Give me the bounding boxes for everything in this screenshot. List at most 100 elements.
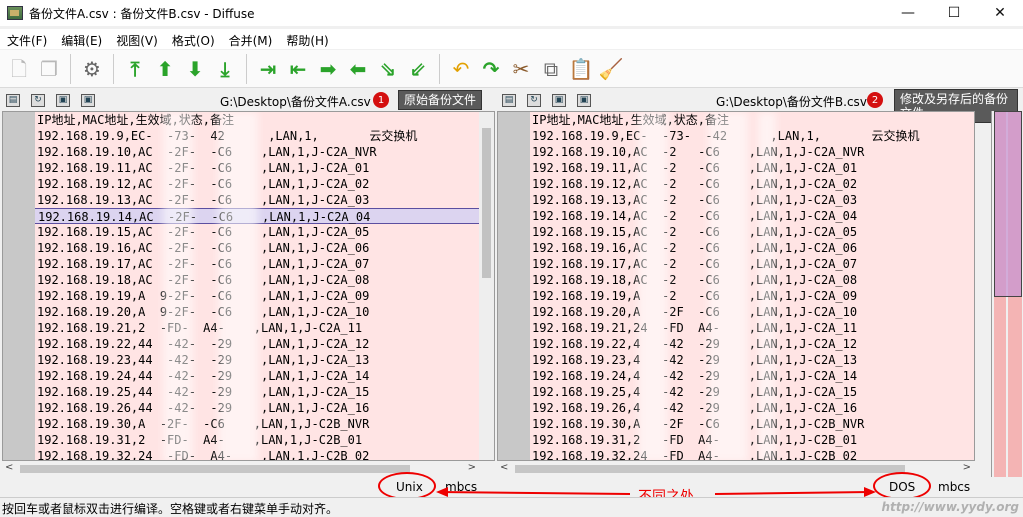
menu-merge[interactable]: 合并(M) [222,29,280,49]
redaction-blur [758,112,776,460]
next-change-icon[interactable]: ⬇ [180,54,210,84]
line-text: 192.168.19.26,44 -42- -29 ,LAN,1,J-C2A_1… [37,401,370,415]
prev-change-icon[interactable]: ⬆ [150,54,180,84]
settings-icon[interactable]: ⚙ [77,54,107,84]
line-text: 192.168.19.13,AC -2 -C6 ,LAN,1,J-C2A_03 [532,193,858,207]
status-bar: 按回车或者鼠标双击进行编译。空格键或者右键菜单手动对齐。 [0,497,1023,516]
last-change-icon[interactable]: ⤓ [210,54,240,84]
minimize-button[interactable]: — [885,0,931,26]
line-text: 192.168.19.12,AC -2 -C6 ,LAN,1,J-C2A_02 [532,177,858,191]
reload-icon[interactable]: ↻ [31,93,45,107]
menu-help[interactable]: 帮助(H) [279,29,335,49]
save-as-icon[interactable]: ▣ [81,93,95,107]
toolbar-separator [113,53,114,84]
copy-file-icon[interactable]: ❐ [34,54,64,84]
app-icon [7,6,23,20]
toolbar-separator [246,53,247,84]
line-text: 192.168.19.30,A -2F- -C6 ,LAN,1,J-C2B_NV… [37,417,370,431]
menu-file[interactable]: 文件(F) [0,29,54,49]
annotation-ellipse-right [873,472,931,500]
right-file-path: G:\Desktop\备份文件B.csv [716,95,867,109]
left-callout: 原始备份文件 [398,90,483,110]
scroll-right-arrow[interactable]: > [963,462,971,473]
line-text: IP地址,MAC地址,生效域,状态,备注 [37,113,235,127]
line-text: 192.168.19.11,AC -2 -C6 ,LAN,1,J-C2A_01 [532,161,858,175]
menu-bar: 文件(F) 编辑(E) 视图(V) 格式(O) 合并(M) 帮助(H) [0,29,1023,49]
swap-right-icon[interactable]: ⇘ [373,54,403,84]
status-text: 按回车或者鼠标双击进行编译。空格键或者右键菜单手动对齐。 [2,502,339,516]
menu-view[interactable]: 视图(V) [109,29,165,49]
maximize-button[interactable]: ☐ [931,0,977,26]
line-text: 192.168.19.18,AC -2F- -C6 ,LAN,1,J-C2A_0… [37,273,370,287]
line-text: 192.168.19.22,4 -42 -29 ,LAN,1,J-C2A_12 [532,337,858,351]
line-number-gutter [498,112,530,460]
line-text: 192.168.19.15,AC -2 -C6 ,LAN,1,J-C2A_05 [532,225,858,239]
scroll-left-arrow[interactable]: < [5,462,13,473]
copy-right-all-icon[interactable]: ⇥ [253,54,283,84]
save-icon[interactable]: ▣ [552,93,566,107]
close-button[interactable]: ✕ [977,0,1023,26]
scroll-right-arrow[interactable]: > [468,462,476,473]
scroll-thumb[interactable] [20,465,410,473]
line-text: 192.168.19.25,44 -42- -29 ,LAN,1,J-C2A_1… [37,385,370,399]
overview-viewport[interactable] [994,111,1022,297]
redo-icon[interactable]: ↷ [476,54,506,84]
reload-icon[interactable]: ↻ [527,93,541,107]
redaction-blur [708,112,748,460]
cut-icon[interactable]: ✂ [506,54,536,84]
line-text: 192.168.19.25,4 -42 -29 ,LAN,1,J-C2A_15 [532,385,858,399]
line-text: 192.168.19.16,AC -2 -C6 ,LAN,1,J-C2A_06 [532,241,858,255]
line-text: 192.168.19.30,A -2F -C6 ,LAN,1,J-C2B_NVR [532,417,865,431]
line-text: 192.168.19.10,AC -2F- -C6 ,LAN,1,J-C2A_N… [37,145,377,159]
line-text: 192.168.19.17,AC -2 -C6 ,LAN,1,J-C2A_07 [532,257,858,271]
title-bar: 备份文件A.csv : 备份文件B.csv - Diffuse — ☐ ✕ [0,0,1023,26]
left-text-pane[interactable]: 22192.168.19.32,24 -FD- A4- ,LAN,1,J-C2B… [2,111,495,461]
paste-icon[interactable]: 📋 [566,54,596,84]
menu-format[interactable]: 格式(O) [165,29,222,49]
new-icon[interactable]: 🗋 [4,54,34,84]
save-icon[interactable]: ▣ [56,93,70,107]
redaction-blur [638,112,668,460]
swap-left-icon[interactable]: ⇙ [403,54,433,84]
line-text: 192.168.19.23,44 -42- -29 ,LAN,1,J-C2A_1… [37,353,370,367]
diff-overview-map[interactable] [991,111,1023,477]
copy-right-icon[interactable]: ➡ [313,54,343,84]
line-text: 192.168.19.13,AC -2F- -C6 ,LAN,1,J-C2A_0… [37,193,370,207]
undo-icon[interactable]: ↶ [446,54,476,84]
line-number-gutter [3,112,35,460]
left-vertical-scrollbar[interactable] [479,112,494,460]
first-change-icon[interactable]: ⤒ [120,54,150,84]
window-title: 备份文件A.csv : 备份文件B.csv - Diffuse [29,6,255,21]
line-text: 192.168.19.19,A -2 -C6 ,LAN,1,J-C2A_09 [532,289,858,303]
line-text: 192.168.19.20,A 9-2F- -C6 ,LAN,1,J-C2A_1… [37,305,370,319]
right-badge: 2 [867,92,883,108]
line-text: 192.168.19.31,2 -FD- A4- ,LAN,1,J-C2B_01 [37,433,363,447]
left-badge: 1 [373,92,389,108]
watermark: http://www.yydy.org [881,500,1019,514]
annotation-ellipse-left [378,472,436,500]
line-text: 192.168.19.19,A 9-2F- -C6 ,LAN,1,J-C2A_0… [37,289,370,303]
line-text: 192.168.19.24,4 -42 -29 ,LAN,1,J-C2A_14 [532,369,858,383]
clear-icon[interactable]: 🧹 [596,54,626,84]
right-encoding: mbcs [938,480,971,494]
scroll-thumb[interactable] [515,465,905,473]
scroll-left-arrow[interactable]: < [500,462,508,473]
left-file-path: G:\Desktop\备份文件A.csv [220,95,371,109]
open-file-icon[interactable]: ▤ [502,93,516,107]
line-text: 192.168.19.24,44 -42- -29 ,LAN,1,J-C2A_1… [37,369,370,383]
copy-left-icon[interactable]: ⬅ [343,54,373,84]
left-pane-header: ▤ ↻ ▣ ▣ G:\Desktop\备份文件A.csv 1 原始备份文件 [0,89,495,111]
line-text: IP地址,MAC地址,生效域,状态,备注 [532,113,730,127]
line-text: 192.168.19.16,AC -2F- -C6 ,LAN,1,J-C2A_0… [37,241,370,255]
copy-left-all-icon[interactable]: ⇤ [283,54,313,84]
line-text: 192.168.19.22,44 -42- -29 ,LAN,1,J-C2A_1… [37,337,370,351]
line-text: 192.168.19.32,24 -FD- A4- ,LAN,1,J-C2B_0… [37,449,370,461]
save-as-icon[interactable]: ▣ [577,93,591,107]
line-text: 192.168.19.23,4 -42 -29 ,LAN,1,J-C2A_13 [532,353,858,367]
menu-edit[interactable]: 编辑(E) [54,29,109,49]
line-text: 192.168.19.15,AC -2F- -C6 ,LAN,1,J-C2A_0… [37,225,370,239]
right-text-pane[interactable]: 22192.168.19.32,24 -FD A4- ,LAN,1,J-C2B_… [497,111,975,461]
open-file-icon[interactable]: ▤ [6,93,20,107]
scroll-thumb[interactable] [482,128,491,278]
copy-icon[interactable]: ⧉ [536,54,566,84]
